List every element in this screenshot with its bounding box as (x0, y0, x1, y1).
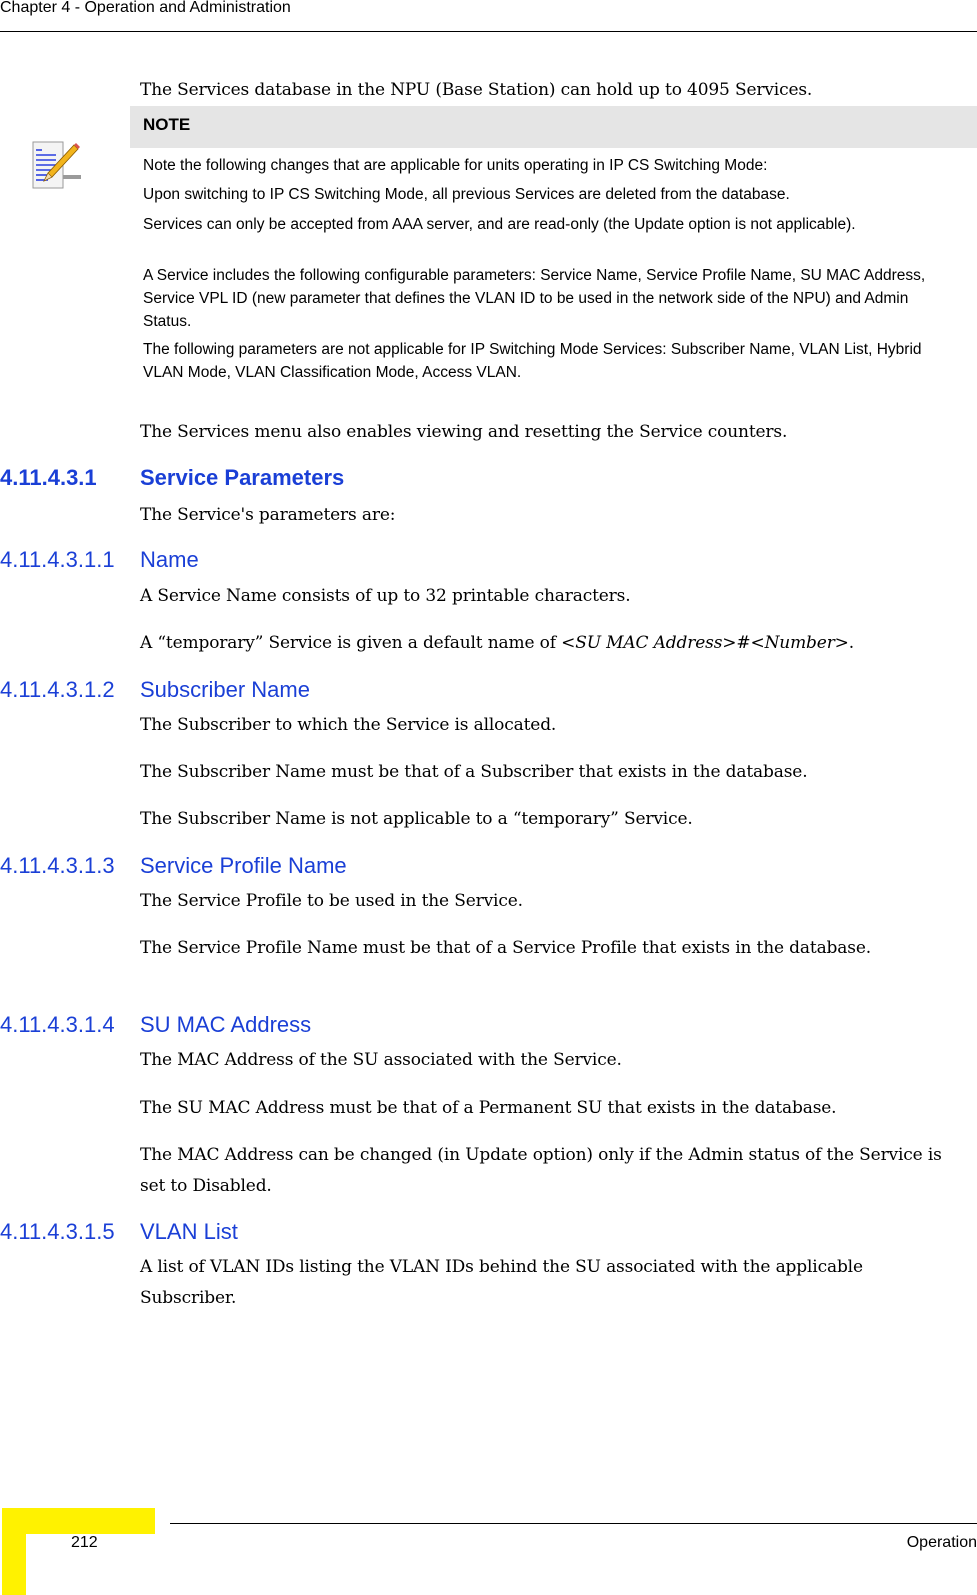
note-line: Services can only be accepted from AAA s… (143, 216, 856, 233)
header-divider (0, 31, 977, 32)
note-label: NOTE (143, 115, 191, 134)
subsection-title: SU MAC Address (140, 1012, 312, 1037)
footer-section-name: Operation (906, 1534, 977, 1551)
subsection-title: Name (140, 547, 199, 572)
subsection-heading-subscriber-name: 4.11.4.3.1.2 Subscriber Name (0, 677, 310, 703)
subsection-number: 4.11.4.3.1.4 (0, 1012, 115, 1037)
paragraph: The SU MAC Address must be that of a Per… (140, 1098, 837, 1118)
subsection-title: Service Profile Name (140, 853, 347, 878)
section-number: 4.11.4.3.1 (0, 465, 97, 490)
page-number: 212 (71, 1534, 98, 1551)
temporary-name-prefix: A “temporary” Service is given a default… (140, 633, 562, 653)
counters-paragraph: The Services menu also enables viewing a… (140, 422, 788, 442)
subsection-title: VLAN List (140, 1219, 238, 1244)
note-line: A Service includes the following configu… (143, 267, 926, 330)
temporary-name-suffix: . (848, 633, 855, 653)
subsection-number: 4.11.4.3.1.2 (0, 677, 115, 702)
subsection-heading-vlan-list: 4.11.4.3.1.5 VLAN List (0, 1219, 238, 1245)
paragraph: A Service Name consists of up to 32 prin… (140, 586, 631, 606)
paragraph: The Subscriber to which the Service is a… (140, 715, 557, 735)
subsection-heading-su-mac-address: 4.11.4.3.1.4 SU MAC Address (0, 1012, 311, 1038)
footer-divider (170, 1523, 977, 1524)
subsection-number: 4.11.4.3.1.1 (0, 547, 115, 572)
paragraph: The Service Profile to be used in the Se… (140, 891, 523, 911)
footer-accent-tab (2, 1534, 26, 1595)
section-title: Service Parameters (140, 465, 345, 490)
subsection-number: 4.11.4.3.1.5 (0, 1219, 115, 1244)
running-header: Chapter 4 - Operation and Administration (0, 0, 291, 16)
paragraph: The MAC Address of the SU associated wit… (140, 1050, 622, 1070)
subsection-title: Subscriber Name (140, 677, 310, 702)
note-line: The following parameters are not applica… (143, 341, 922, 381)
note-line: Upon switching to IP CS Switching Mode, … (143, 186, 790, 203)
subsection-heading-service-profile-name: 4.11.4.3.1.3 Service Profile Name (0, 853, 347, 879)
footer-accent-bar (2, 1508, 155, 1534)
temporary-name-pattern: <SU MAC Address>#<Number> (561, 633, 849, 653)
paragraph: The Subscriber Name must be that of a Su… (140, 762, 808, 782)
subsection-heading-name: 4.11.4.3.1.1 Name (0, 547, 199, 573)
section-intro: The Service's parameters are: (140, 505, 396, 525)
paragraph: The MAC Address can be changed (in Updat… (140, 1145, 942, 1196)
paragraph: The Subscriber Name is not applicable to… (140, 809, 693, 829)
temporary-name-paragraph: A “temporary” Service is given a default… (140, 628, 854, 659)
capacity-paragraph: The Services database in the NPU (Base S… (140, 80, 813, 100)
note-line: Note the following changes that are appl… (143, 157, 768, 174)
paragraph: A list of VLAN IDs listing the VLAN IDs … (140, 1257, 863, 1308)
note-pencil-icon (32, 141, 82, 191)
note-header: NOTE (130, 106, 977, 148)
paragraph: The Service Profile Name must be that of… (140, 938, 872, 958)
section-heading-service-parameters: 4.11.4.3.1 Service Parameters (0, 465, 344, 491)
subsection-number: 4.11.4.3.1.3 (0, 853, 115, 878)
